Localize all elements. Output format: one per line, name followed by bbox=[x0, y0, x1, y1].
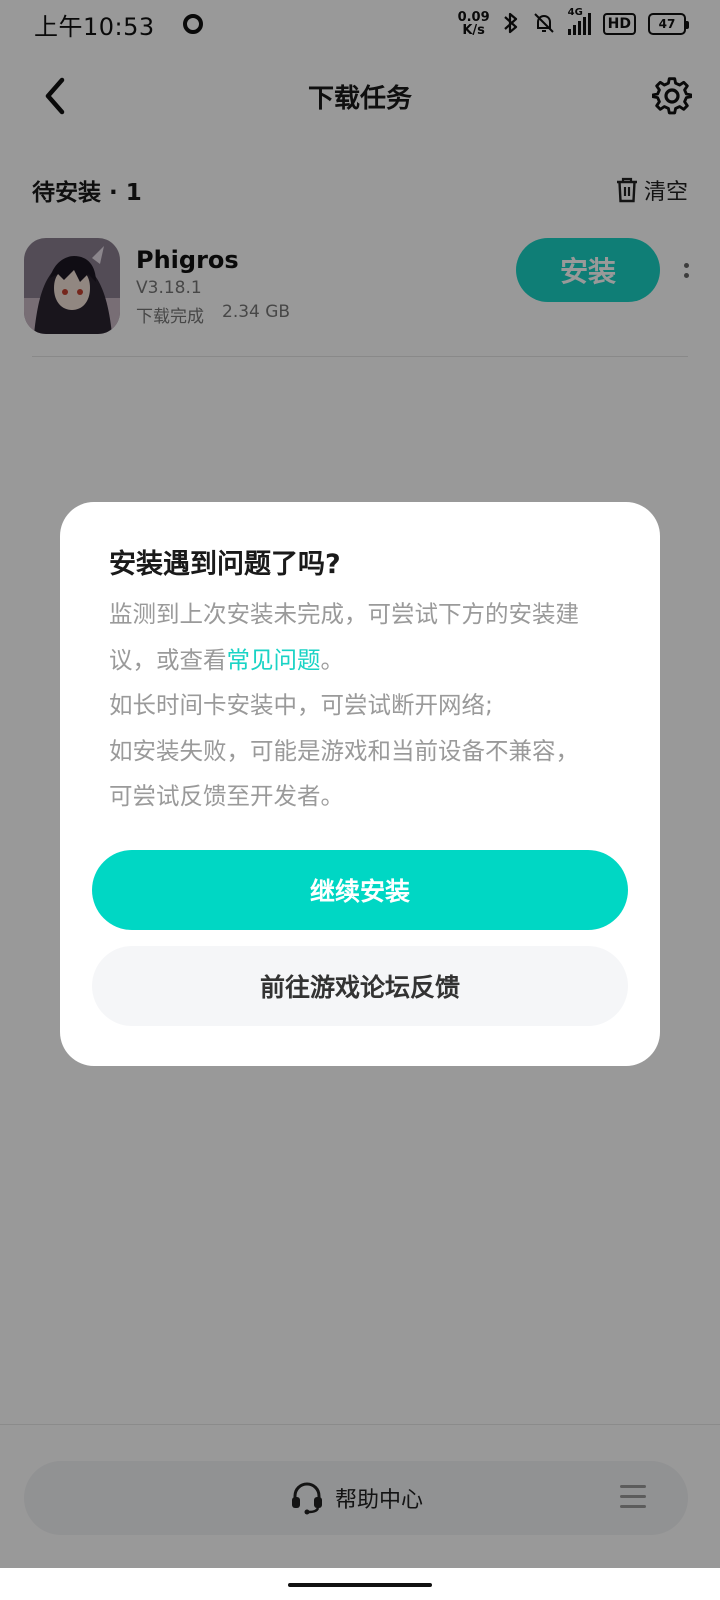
dialog-body-text: 议，或查看 bbox=[109, 645, 227, 674]
forum-feedback-button[interactable]: 前往游戏论坛反馈 bbox=[92, 946, 628, 1026]
dialog-title: 安装遇到问题了吗? bbox=[109, 549, 341, 580]
install-problem-dialog: 安装遇到问题了吗? 监测到上次安装未完成，可尝试下方的安装建 议，或查看常见问题… bbox=[60, 502, 660, 1066]
continue-install-button[interactable]: 继续安装 bbox=[92, 850, 628, 930]
dialog-body: 监测到上次安装未完成，可尝试下方的安装建 议，或查看常见问题。 如长时间卡安装中… bbox=[109, 592, 612, 820]
dialog-body-line: 如安装失败，可能是游戏和当前设备不兼容， bbox=[109, 736, 579, 765]
dialog-body-line: 可尝试反馈至开发者。 bbox=[109, 782, 344, 810]
dialog-body-text: 。 bbox=[320, 645, 345, 674]
faq-link[interactable]: 常见问题 bbox=[227, 646, 321, 674]
dialog-body-line: 议，或查看常见问题。 bbox=[109, 638, 612, 684]
dialog-body-line: 监测到上次安装未完成，可尝试下方的安装建 bbox=[109, 600, 579, 628]
dialog-body-line: 如长时间卡安装中，可尝试断开网络; bbox=[109, 691, 493, 719]
home-indicator[interactable] bbox=[288, 1583, 432, 1587]
